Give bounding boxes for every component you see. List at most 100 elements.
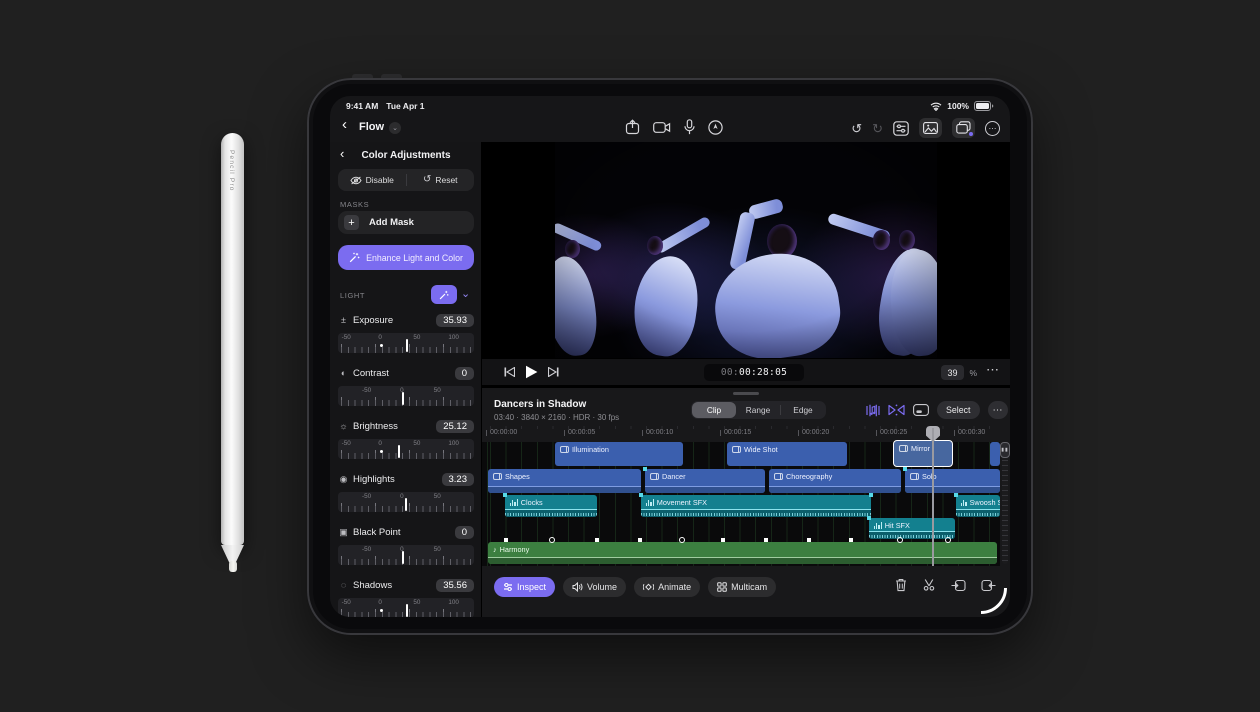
slider-ruler[interactable]: -50 0 50 (338, 386, 474, 406)
keyframe-marker[interactable] (721, 538, 725, 542)
timeline-tracks[interactable]: Illumination Wide Shot Mirror Shapes (482, 442, 1000, 566)
edit-point[interactable] (903, 467, 907, 471)
ruler-label: 00:00:05 (568, 429, 595, 436)
edit-point[interactable] (639, 493, 643, 497)
mode-range[interactable]: Range (736, 402, 780, 418)
enhance-light-color-button[interactable]: Enhance Light and Color (338, 245, 474, 270)
slider-value[interactable]: 25.12 (436, 420, 474, 433)
panel-drag-handle[interactable] (733, 392, 759, 395)
highlights-slider: ◉ Highlights 3.23 -50 0 50 (338, 471, 474, 513)
light-collapse-chevron-icon[interactable]: ⌄ (461, 287, 470, 300)
slider-needle[interactable] (402, 392, 404, 405)
slider-needle[interactable] (406, 339, 408, 352)
adjustments-icon[interactable] (893, 121, 909, 136)
clip-choreography[interactable]: Choreography (769, 469, 901, 493)
keyframe-marker[interactable] (595, 538, 599, 542)
redo-icon[interactable]: ↻ (872, 122, 883, 135)
track-height-scrollbar[interactable] (1000, 442, 1010, 566)
clip-appearance-icon[interactable] (866, 404, 880, 417)
slider-value[interactable]: 35.56 (436, 579, 474, 592)
add-mask-button[interactable]: + Add Mask (338, 211, 474, 234)
select-button[interactable]: Select (937, 401, 979, 419)
more-icon[interactable]: ⋯ (985, 121, 1000, 136)
slider-ruler[interactable]: -50 0 50 100 (338, 598, 474, 617)
export-icon[interactable] (625, 119, 640, 135)
microphone-icon[interactable] (684, 119, 695, 135)
clip-harmony[interactable]: ♪Harmony (488, 542, 997, 564)
keyframe-marker[interactable] (764, 538, 768, 542)
keyframe-marker[interactable] (849, 538, 853, 542)
slider-needle[interactable] (405, 498, 407, 511)
keyframe-marker[interactable] (638, 538, 642, 542)
slider-value[interactable]: 3.23 (442, 473, 475, 486)
edit-point[interactable] (954, 493, 958, 497)
volume-button[interactable]: Volume (563, 577, 626, 597)
insert-clip-icon[interactable] (951, 579, 966, 592)
pencil-nub (229, 561, 237, 572)
keyframe-marker[interactable] (945, 537, 951, 543)
slider-needle[interactable] (398, 445, 400, 458)
slider-value[interactable]: 0 (455, 526, 474, 539)
slider-needle[interactable] (402, 551, 404, 564)
clip-shapes[interactable]: Shapes (488, 469, 641, 493)
edit-point[interactable] (643, 467, 647, 471)
clip-illumination[interactable]: Illumination (555, 442, 683, 466)
clip-movement-sfx[interactable]: Movement SFX (641, 495, 871, 517)
slider-value[interactable]: 0 (455, 367, 474, 380)
clip-dancer[interactable]: Dancer (645, 469, 765, 493)
play-button[interactable] (525, 365, 538, 379)
inspect-button[interactable]: Inspect (494, 577, 555, 597)
clip-solo[interactable]: Solo (905, 469, 1000, 493)
clip-mirror-selected[interactable]: Mirror (893, 440, 953, 467)
clip-clocks[interactable]: Clocks (505, 495, 597, 517)
slider-ruler[interactable]: -50 0 50 100 (338, 439, 474, 459)
reset-button[interactable]: ↺ Reset (407, 169, 475, 191)
draw-icon[interactable] (708, 120, 723, 135)
clip-hit-sfx[interactable]: Hit SFX (869, 518, 955, 539)
keyframe-marker[interactable] (549, 537, 555, 543)
skip-to-end-icon[interactable] (548, 367, 559, 377)
clip-swoosh-sfx[interactable]: Swoosh SFX (956, 495, 1000, 517)
viewer-more-icon[interactable]: ⋯ (986, 362, 1000, 378)
keyframe-marker[interactable] (807, 538, 811, 542)
film-icon (560, 446, 569, 453)
undo-icon[interactable]: ↺ (851, 122, 862, 135)
keyframe-marker[interactable] (679, 537, 685, 543)
slider-ruler[interactable]: -50 0 50 100 (338, 333, 474, 353)
zoom-level[interactable]: 39 (941, 365, 964, 380)
pip-viewer-icon[interactable] (913, 404, 929, 416)
clips-overlay-icon[interactable] (952, 118, 975, 138)
animate-button[interactable]: Animate (634, 577, 700, 597)
keyframe-marker[interactable] (504, 538, 508, 542)
slider-value[interactable]: 35.93 (436, 314, 474, 327)
track-scroll-handle[interactable]: ▮▮ (1000, 442, 1010, 458)
project-disclosure-icon[interactable]: ⌄ (389, 122, 401, 134)
slider-ruler[interactable]: -50 0 50 (338, 492, 474, 512)
mode-clip[interactable]: Clip (692, 402, 736, 418)
trash-icon[interactable] (895, 578, 907, 592)
playhead-line[interactable] (932, 428, 934, 566)
edit-point[interactable] (503, 493, 507, 497)
ruler-label: 00:00:25 (880, 429, 907, 436)
project-title[interactable]: Flow (359, 121, 384, 133)
keyframe-marker[interactable] (897, 537, 903, 543)
slider-ruler[interactable]: -50 0 50 (338, 545, 474, 565)
trim-mode-icon[interactable] (888, 404, 905, 416)
camera-icon[interactable] (653, 121, 671, 134)
clip-audio-strip (769, 486, 901, 493)
slider-needle[interactable] (406, 604, 408, 617)
clip-partial[interactable] (990, 442, 1000, 466)
blade-icon[interactable] (922, 578, 936, 592)
clip-audio-strip (645, 486, 765, 493)
timeline-more-icon[interactable]: ⋯ (988, 401, 1009, 419)
multicam-button[interactable]: Multicam (708, 577, 776, 597)
disable-button[interactable]: Disable (338, 169, 406, 191)
back-chevron-icon[interactable]: ‹ (342, 116, 347, 133)
media-browser-icon[interactable] (919, 118, 942, 138)
light-auto-button[interactable] (431, 285, 457, 304)
mode-edge[interactable]: Edge (781, 402, 825, 418)
clip-wide-shot[interactable]: Wide Shot (727, 442, 847, 466)
edit-point[interactable] (867, 516, 871, 520)
skip-to-start-icon[interactable] (504, 367, 515, 377)
edit-point[interactable] (869, 493, 873, 497)
